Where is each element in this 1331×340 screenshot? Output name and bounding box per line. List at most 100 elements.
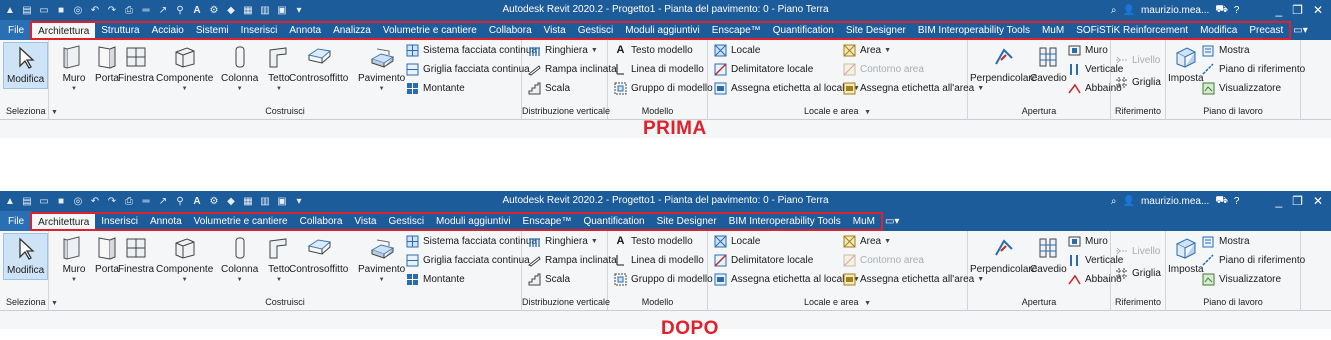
close-icon[interactable]: ✕ [1313, 3, 1323, 17]
tab-analizza[interactable]: Analizza [327, 20, 377, 40]
tab-vista[interactable]: Vista [348, 211, 382, 231]
tab-bim-interoperability-tools[interactable]: BIM Interoperability Tools [912, 20, 1036, 40]
gruppo-modello-button[interactable]: Gruppo di modello▼ [614, 271, 723, 287]
tab-architettura[interactable]: Architettura [32, 22, 96, 40]
user-name[interactable]: maurizio.mea... [1141, 5, 1209, 16]
contorno-area-button[interactable]: Contorno area [843, 252, 924, 268]
cavedio-button[interactable]: Cavedio [1030, 44, 1067, 85]
tab-quantification[interactable]: Quantification [767, 20, 840, 40]
tab-bim-interoperability-tools[interactable]: BIM Interoperability Tools [723, 211, 847, 231]
assegna-locale-button[interactable]: Assegna etichetta al locale ▼ [714, 80, 860, 96]
controsoffitto-button[interactable]: Controsoffitto [289, 44, 348, 85]
contextual-tab-toggle[interactable]: ▭▾ [1289, 20, 1311, 40]
sistema-facciata-button[interactable]: Sistema facciata continua [406, 233, 537, 249]
muro-apertura-button[interactable]: Muro [1068, 233, 1108, 249]
tab-collabora[interactable]: Collabora [294, 211, 349, 231]
tab-collabora[interactable]: Collabora [483, 20, 538, 40]
binoculars-icon[interactable]: ⌕ [1111, 196, 1117, 207]
restore-icon[interactable]: ❐ [1292, 3, 1303, 17]
imposta-button[interactable]: Imposta [1168, 235, 1204, 276]
locale-button[interactable]: Locale [714, 42, 760, 58]
area-button[interactable]: Area ▼ [843, 233, 891, 249]
tab-file[interactable]: File [0, 211, 33, 231]
user-icon[interactable]: 👤 [1123, 196, 1135, 207]
assegna-locale-button[interactable]: Assegna etichetta al locale ▼ [714, 271, 860, 287]
tab-annota[interactable]: Annota [144, 211, 188, 231]
componente-button[interactable]: Componente ▼ [156, 235, 213, 284]
tab-site-designer[interactable]: Site Designer [651, 211, 723, 231]
tab-modifica[interactable]: Modifica [1194, 20, 1243, 40]
tab-sofistik-reinforcement[interactable]: SOFiSTiK Reinforcement [1070, 20, 1194, 40]
testo-modello-button[interactable]: A Testo modello [614, 42, 693, 58]
testo-modello-button[interactable]: A Testo modello [614, 233, 693, 249]
scala-button[interactable]: Scala [528, 271, 570, 287]
tab-volumetrie-e-cantiere[interactable]: Volumetrie e cantiere [377, 20, 483, 40]
tab-moduli-aggiuntivi[interactable]: Moduli aggiuntivi [430, 211, 517, 231]
tab-quantification[interactable]: Quantification [577, 211, 650, 231]
modifica-button[interactable]: Modifica [3, 42, 49, 89]
porta-button[interactable]: Porta [94, 235, 120, 276]
rampa-button[interactable]: Rampa inclinata [528, 61, 617, 77]
griglia-button[interactable]: Griglia [1115, 74, 1161, 90]
muro-button[interactable]: Muro ▼ [61, 44, 87, 93]
panel-title-locale[interactable]: Locale e area ▼ [708, 106, 967, 118]
help-icon[interactable]: ? [1234, 196, 1240, 207]
finestra-button[interactable]: Finestra [118, 44, 154, 85]
tab-mum[interactable]: MuM [1036, 20, 1070, 40]
linea-modello-button[interactable]: Linea di modello [614, 252, 704, 268]
tab-enscape[interactable]: Enscape™ [706, 20, 767, 40]
imposta-button[interactable]: Imposta [1168, 44, 1204, 85]
tab-file[interactable]: File [0, 20, 33, 40]
tab-acciaio[interactable]: Acciaio [146, 20, 190, 40]
restore-icon[interactable]: ❐ [1292, 194, 1303, 208]
tab-volumetrie-e-cantiere[interactable]: Volumetrie e cantiere [188, 211, 294, 231]
tab-sistemi[interactable]: Sistemi [190, 20, 235, 40]
tab-gestisci[interactable]: Gestisci [382, 211, 430, 231]
visualizzatore-button[interactable]: Visualizzatore [1202, 271, 1281, 287]
minimize-icon[interactable]: _ [1275, 3, 1282, 17]
panel-title-seleziona[interactable]: Seleziona ▼ [0, 297, 58, 309]
cart-icon[interactable]: ⛟ [1215, 4, 1228, 17]
cavedio-button[interactable]: Cavedio [1030, 235, 1067, 276]
panel-title-locale[interactable]: Locale e area ▼ [708, 297, 967, 309]
assegna-area-button[interactable]: Assegna etichetta all'area ▼ [843, 271, 984, 287]
tab-site-designer[interactable]: Site Designer [840, 20, 912, 40]
tab-enscape[interactable]: Enscape™ [517, 211, 578, 231]
ringhiera-button[interactable]: Ringhiera ▼ [528, 233, 598, 249]
area-button[interactable]: Area ▼ [843, 42, 891, 58]
contextual-tab-toggle[interactable]: ▭▾ [881, 211, 903, 231]
ringhiera-button[interactable]: Ringhiera ▼ [528, 42, 598, 58]
colonna-button[interactable]: Colonna ▼ [221, 235, 258, 284]
binoculars-icon[interactable]: ⌕ [1111, 5, 1117, 16]
minimize-icon[interactable]: _ [1275, 194, 1282, 208]
tab-moduli-aggiuntivi[interactable]: Moduli aggiuntivi [619, 20, 706, 40]
tab-precast[interactable]: Precast [1243, 20, 1289, 40]
tab-gestisci[interactable]: Gestisci [572, 20, 620, 40]
sistema-facciata-button[interactable]: Sistema facciata continua [406, 42, 537, 58]
pavimento-button[interactable]: Pavimento ▼ [358, 44, 405, 93]
user-icon[interactable]: 👤 [1123, 5, 1135, 16]
piano-riferimento-button[interactable]: Piano di riferimento [1202, 252, 1305, 268]
montante-button[interactable]: Montante [406, 271, 465, 287]
tab-struttura[interactable]: Struttura [95, 20, 145, 40]
gruppo-modello-button[interactable]: Gruppo di modello▼ [614, 80, 723, 96]
scala-button[interactable]: Scala [528, 80, 570, 96]
muro-button[interactable]: Muro ▼ [61, 235, 87, 284]
colonna-button[interactable]: Colonna ▼ [221, 44, 258, 93]
griglia-button[interactable]: Griglia [1115, 265, 1161, 281]
piano-riferimento-button[interactable]: Piano di riferimento [1202, 61, 1305, 77]
modifica-button[interactable]: Modifica [3, 233, 49, 280]
mostra-button[interactable]: Mostra [1202, 233, 1250, 249]
linea-modello-button[interactable]: Linea di modello [614, 61, 704, 77]
montante-button[interactable]: Montante [406, 80, 465, 96]
visualizzatore-button[interactable]: Visualizzatore [1202, 80, 1281, 96]
tab-inserisci[interactable]: Inserisci [95, 211, 144, 231]
tab-mum[interactable]: MuM [847, 211, 881, 231]
finestra-button[interactable]: Finestra [118, 235, 154, 276]
contorno-area-button[interactable]: Contorno area [843, 61, 924, 77]
close-icon[interactable]: ✕ [1313, 194, 1323, 208]
delimitatore-button[interactable]: Delimitatore locale [714, 252, 813, 268]
perpendicolare-button[interactable]: Perpendicolare [970, 44, 1037, 85]
tab-architettura[interactable]: Architettura [32, 213, 96, 231]
rampa-button[interactable]: Rampa inclinata [528, 252, 617, 268]
